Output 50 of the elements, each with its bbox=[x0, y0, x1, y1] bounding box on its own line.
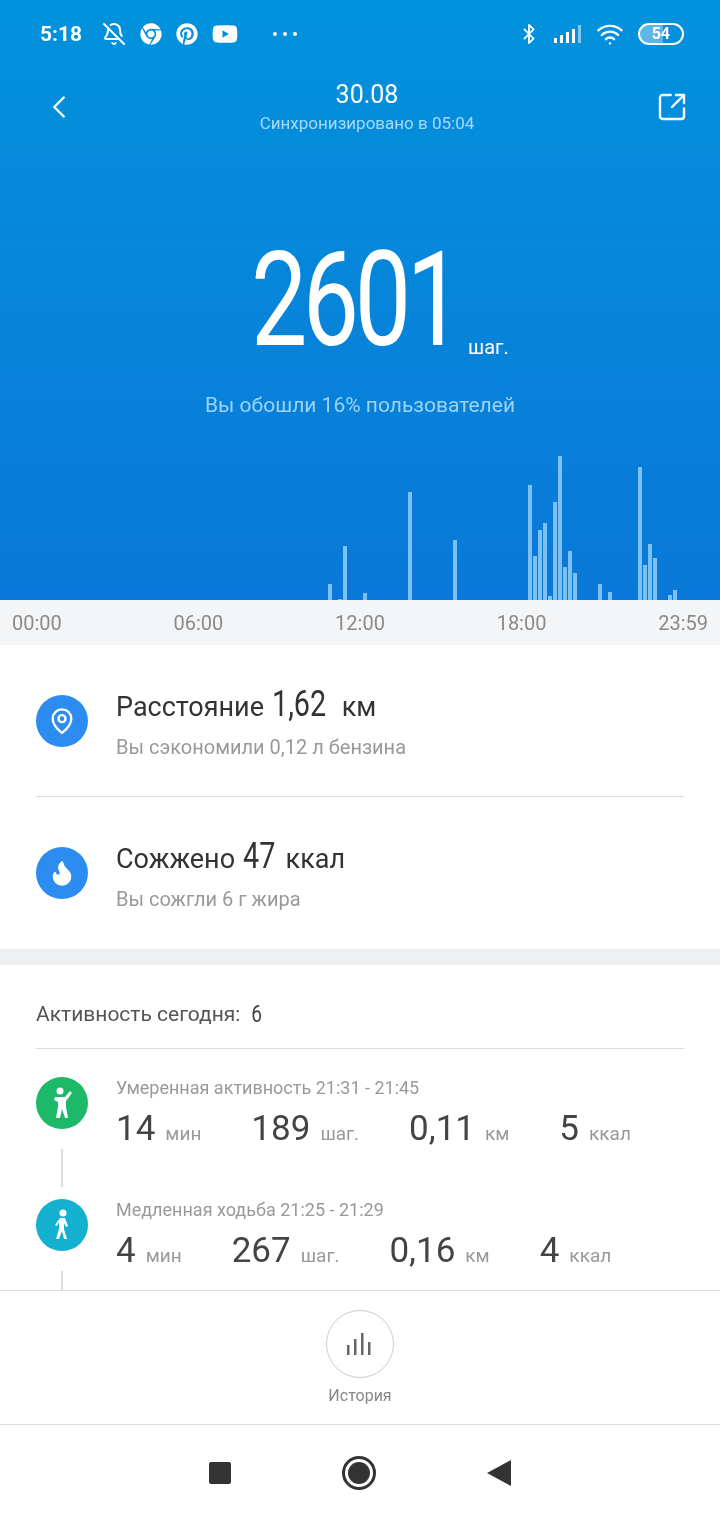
stat-value: 0,11 bbox=[409, 1108, 475, 1149]
date-title: 30.08 bbox=[335, 80, 399, 109]
stat-unit: мин bbox=[165, 1122, 202, 1145]
summary-unit: км bbox=[341, 690, 377, 723]
home-button[interactable] bbox=[341, 1454, 377, 1491]
history-label: История bbox=[328, 1386, 392, 1405]
time-axis-label: 12:00 bbox=[335, 610, 385, 635]
comparison-text: Вы обошли 16% пользователей bbox=[205, 393, 515, 417]
stat-value: 4 bbox=[539, 1230, 560, 1271]
bar-chart-icon bbox=[346, 1333, 374, 1355]
step-count: 2601 bbox=[251, 245, 459, 355]
activity-title: Активность сегодня: bbox=[36, 1001, 241, 1026]
summary-unit: ккал bbox=[285, 843, 346, 875]
status-time: 5:18 bbox=[40, 22, 83, 46]
summary-value: 47 bbox=[243, 835, 276, 877]
summary-label: Сожжено bbox=[116, 843, 236, 875]
back-nav-button[interactable] bbox=[487, 1459, 511, 1486]
sync-status: Синхронизировано в 05:04 bbox=[259, 113, 475, 133]
activity-title-time: Умеренная активность 21:31 - 21:45 bbox=[116, 1077, 421, 1098]
stat-unit: ккал bbox=[589, 1122, 631, 1145]
activity-count: 6 bbox=[251, 999, 263, 1028]
stat-unit: км bbox=[465, 1244, 490, 1267]
stat-unit: км bbox=[485, 1122, 510, 1145]
time-axis-label: 06:00 bbox=[173, 610, 224, 635]
step-unit: шаг. bbox=[468, 335, 509, 359]
stat-value: 14 bbox=[116, 1108, 156, 1149]
stat-value: 5 bbox=[559, 1108, 580, 1149]
summary-value: 1,62 bbox=[271, 682, 327, 725]
stat-value: 0,16 bbox=[389, 1230, 456, 1271]
time-axis-label: 00:00 bbox=[12, 610, 62, 635]
more-icon bbox=[272, 31, 299, 37]
stat-value: 189 bbox=[251, 1108, 311, 1149]
time-axis-label: 23:59 bbox=[658, 610, 708, 635]
activity-title-time: Медленная ходьба 21:25 - 21:29 bbox=[116, 1199, 385, 1220]
recents-button[interactable] bbox=[209, 1461, 231, 1484]
signal-icon bbox=[553, 25, 582, 43]
summary-label: Расстояние bbox=[116, 690, 264, 723]
time-axis-label: 18:00 bbox=[496, 610, 547, 635]
stat-unit: шаг. bbox=[320, 1122, 360, 1145]
stat-unit: шаг. bbox=[300, 1244, 340, 1267]
battery-indicator: 54 bbox=[637, 23, 684, 45]
stat-value: 267 bbox=[231, 1230, 291, 1271]
stat-value: 4 bbox=[116, 1230, 136, 1271]
muted-bell-icon bbox=[102, 22, 127, 46]
stat-unit: мин bbox=[145, 1244, 182, 1267]
summary-note: Вы сожгли 6 г жира bbox=[116, 887, 302, 911]
browser-icon bbox=[140, 23, 163, 45]
summary-note: Вы сэкономили 0,12 л бензина bbox=[116, 734, 407, 759]
pin-app-icon bbox=[176, 23, 199, 45]
stat-unit: ккал bbox=[569, 1244, 612, 1267]
